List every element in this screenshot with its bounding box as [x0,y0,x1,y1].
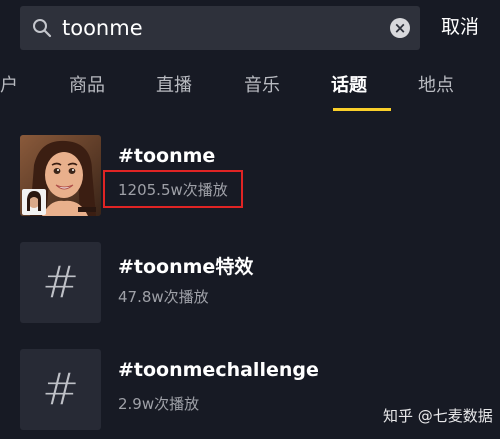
hash-icon: # [42,364,79,415]
cartoon-portrait-icon [20,135,101,216]
cancel-button[interactable]: 取消 [441,15,479,39]
topic-title: #toonme特效 [118,256,254,278]
search-bar[interactable]: toonme × [20,6,420,50]
tab-user[interactable]: 户 [0,74,18,98]
view-count-highlight-box [103,170,243,208]
watermark: 知乎 @七麦数据 [383,407,493,425]
tab-music[interactable]: 音乐 [244,74,280,98]
hashtag-thumbnail: # [20,349,101,430]
tab-live[interactable]: 直播 [156,74,192,98]
tab-places[interactable]: 地点 [418,74,454,98]
search-icon [33,19,52,38]
topic-title: #toonme [118,145,216,167]
search-input[interactable]: toonme [62,16,143,40]
active-tab-indicator [333,108,391,111]
topic-title: #toonmechallenge [118,359,319,381]
tab-products[interactable]: 商品 [69,74,105,98]
list-item[interactable]: #toonme 1205.5w次播放 [0,135,500,225]
hashtag-thumbnail: # [20,242,101,323]
tab-bar: 户 商品 直播 音乐 话题 地点 [0,60,500,112]
hash-icon: # [42,257,79,308]
cartoon-avatar-thumbnail [20,135,101,216]
view-count: 2.9w次播放 [118,395,200,413]
tab-topics[interactable]: 话题 [331,74,367,98]
list-item[interactable]: # #toonme特效 47.8w次播放 [0,242,500,332]
clear-icon[interactable]: × [390,18,410,38]
view-count: 47.8w次播放 [118,288,209,306]
